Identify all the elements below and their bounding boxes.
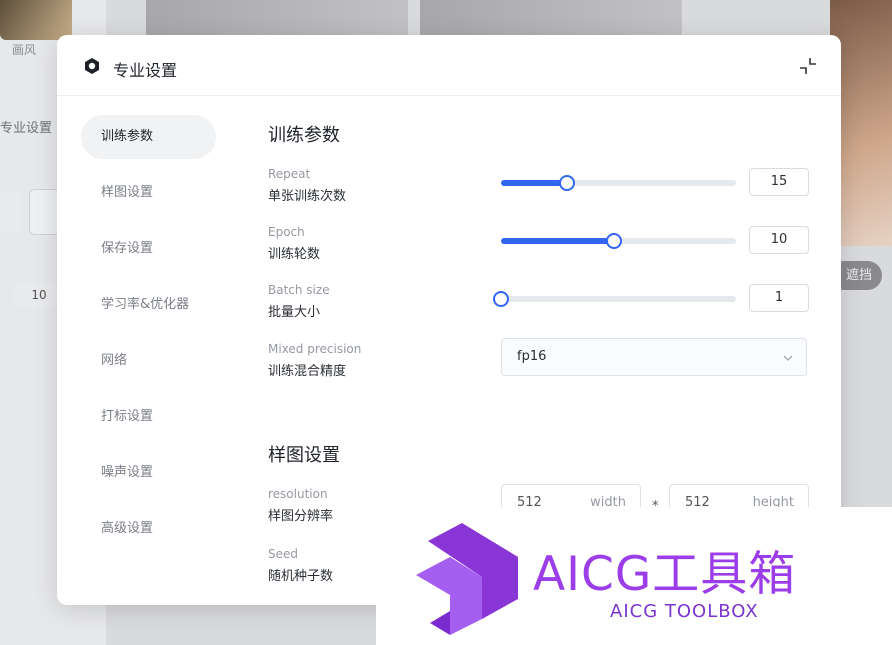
repeat-label-en: Repeat — [268, 167, 311, 181]
epoch-slider-thumb[interactable] — [605, 233, 622, 249]
seed-label-en: Seed — [268, 547, 298, 561]
precision-label-en: Mixed precision — [268, 342, 362, 356]
precision-row: Mixed precision 训练混合精度 fp16 — [268, 338, 828, 382]
epoch-row: Epoch 训练轮数 10 — [268, 225, 828, 265]
nav-item-noise[interactable]: 噪声设置 — [81, 451, 216, 495]
collapse-icon[interactable] — [799, 57, 817, 75]
batch-label-en: Batch size — [268, 283, 330, 297]
aicg-logo-icon — [416, 523, 518, 635]
chevron-down-icon — [783, 355, 793, 361]
modal-title: 专业设置 — [113, 61, 178, 80]
repeat-slider-fill — [501, 180, 567, 186]
epoch-slider[interactable] — [501, 233, 736, 249]
settings-nav: 训练参数 样图设置 保存设置 学习率&优化器 网络 打标设置 噪声设置 高级设置 — [81, 115, 216, 563]
background-select — [0, 191, 20, 233]
batch-slider[interactable] — [493, 291, 736, 307]
batch-slider-thumb[interactable] — [493, 291, 509, 307]
repeat-slider[interactable] — [501, 175, 736, 191]
watermark-subtitle: AICG TOOLBOX — [610, 601, 759, 622]
nav-item-training[interactable]: 训练参数 — [81, 115, 216, 159]
section-title-sample: 样图设置 — [268, 445, 340, 466]
modal-header: 专业设置 — [57, 35, 841, 96]
repeat-row: Repeat 单张训练次数 15 — [268, 167, 828, 207]
batch-input[interactable]: 1 — [749, 284, 809, 312]
epoch-label-cn: 训练轮数 — [268, 247, 321, 262]
epoch-input[interactable]: 10 — [749, 226, 809, 254]
watermark-title: AICG工具箱 — [533, 547, 797, 602]
repeat-slider-thumb[interactable] — [558, 175, 575, 191]
settings-hex-icon — [85, 58, 99, 74]
batch-row: Batch size 批量大小 1 — [268, 283, 828, 323]
nav-item-sample[interactable]: 样图设置 — [81, 171, 216, 215]
photo-thumbnail — [146, 0, 408, 40]
precision-label-cn: 训练混合精度 — [268, 364, 347, 379]
nav-item-tagging[interactable]: 打标设置 — [81, 395, 216, 439]
seed-label-cn: 随机种子数 — [268, 569, 334, 584]
photo-thumbnail — [420, 0, 682, 40]
epoch-slider-fill — [501, 238, 614, 244]
style-thumbnail — [0, 0, 72, 40]
style-label: 画风 — [12, 43, 37, 57]
section-title-training: 训练参数 — [268, 125, 340, 146]
batch-label-cn: 批量大小 — [268, 305, 321, 320]
pro-settings-label: 专业设置 — [0, 121, 53, 136]
precision-select-value: fp16 — [517, 349, 547, 364]
epoch-label-en: Epoch — [268, 225, 305, 239]
resolution-label-en: resolution — [268, 487, 328, 501]
watermark: AICG工具箱 AICG TOOLBOX — [376, 507, 892, 645]
repeat-label-cn: 单张训练次数 — [268, 189, 347, 204]
nav-item-network[interactable]: 网络 — [81, 339, 216, 383]
repeat-input[interactable]: 15 — [749, 168, 809, 196]
nav-item-advanced[interactable]: 高级设置 — [81, 507, 216, 551]
resolution-label-cn: 样图分辨率 — [268, 509, 334, 524]
nav-item-lr-optimizer[interactable]: 学习率&优化器 — [81, 283, 216, 327]
nav-item-save[interactable]: 保存设置 — [81, 227, 216, 271]
precision-select[interactable]: fp16 — [501, 338, 807, 376]
